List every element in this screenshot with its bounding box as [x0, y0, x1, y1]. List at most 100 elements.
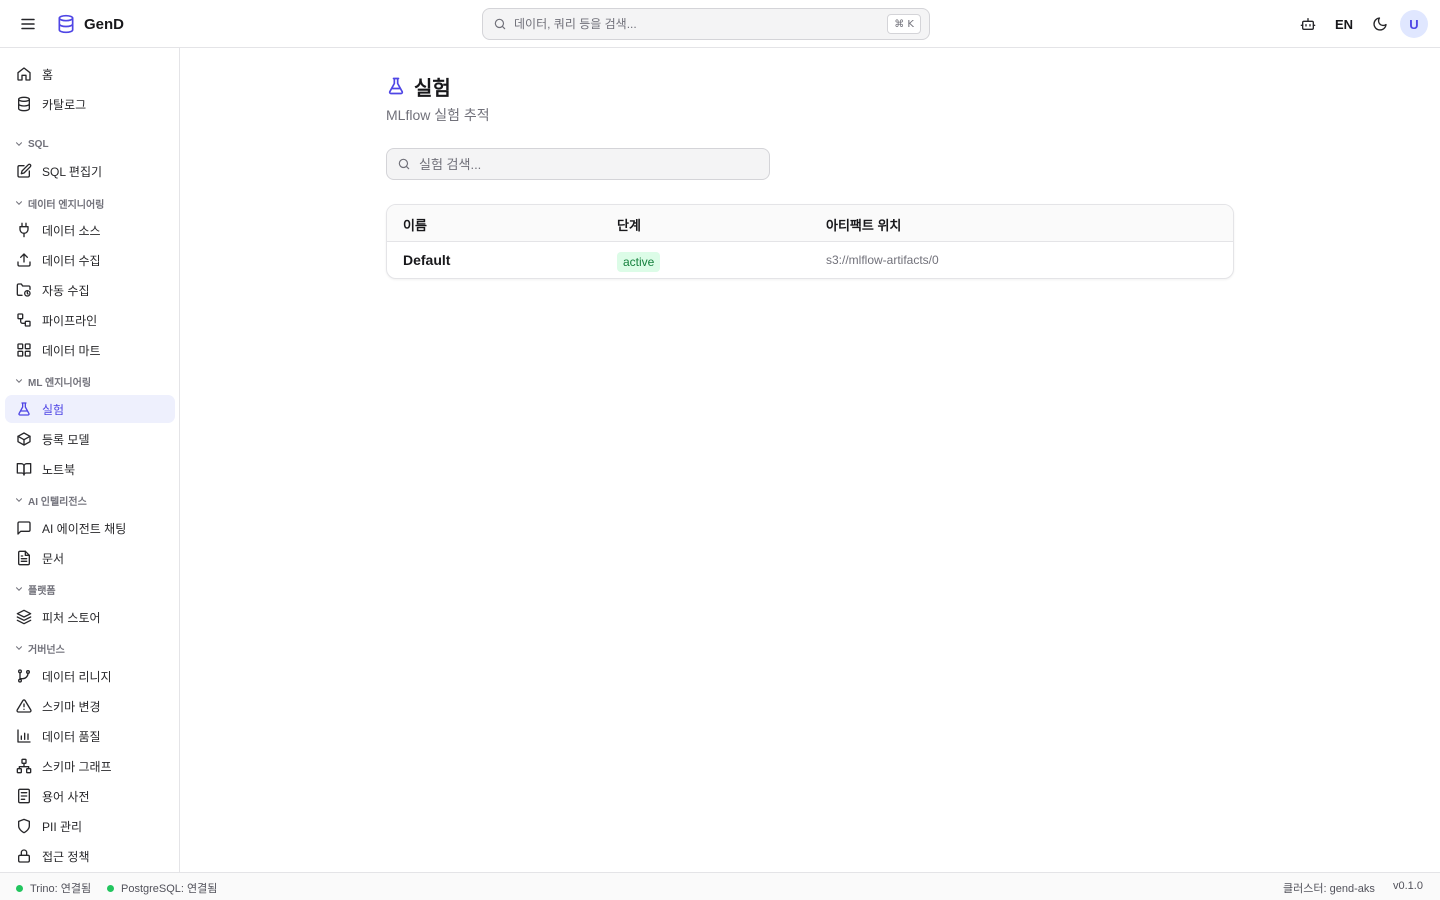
status-dot-icon	[16, 884, 23, 892]
sidebar-item-schema-change[interactable]: 스키마 변경	[5, 692, 175, 720]
column-header-stage[interactable]: 단계	[617, 215, 641, 234]
sidebar-item-data-source[interactable]: 데이터 소스	[5, 216, 175, 244]
section-title: 데이터 엔지니어링	[28, 199, 105, 211]
postgres-status-label: PostgreSQL: 연결됨	[121, 883, 218, 895]
column-header-name[interactable]: 이름	[403, 215, 427, 234]
sidebar-item-schema-graph[interactable]: 스키마 그래프	[5, 752, 175, 780]
sidebar-item-catalog[interactable]: 카탈로그	[5, 90, 175, 118]
sidebar-item-label: SQL 편집기	[42, 164, 103, 179]
section-sql[interactable]: SQL	[14, 136, 49, 152]
database-logo-icon	[56, 14, 76, 34]
section-platform[interactable]: 플랫폼	[14, 581, 56, 597]
sidebar-item-label: 데이터 소스	[42, 223, 101, 238]
sidebar-item-glossary[interactable]: 용어 사전	[5, 782, 175, 810]
section-ml-engineering[interactable]: ML 엔지니어링	[14, 373, 91, 389]
brand[interactable]: GenD	[56, 12, 124, 36]
search-icon	[397, 157, 411, 171]
page-subtitle: MLflow 실험 추적	[386, 107, 490, 123]
sidebar-item-registered-models[interactable]: 등록 모델	[5, 425, 175, 453]
sidebar-item-notebook[interactable]: 노트북	[5, 455, 175, 483]
sidebar-item-data-ingest[interactable]: 데이터 수집	[5, 246, 175, 274]
sidebar-item-label: 피처 스토어	[42, 610, 101, 625]
sidebar-item-label: 파이프라인	[42, 313, 98, 328]
section-title: 거버넌스	[28, 644, 65, 656]
experiment-search[interactable]	[386, 148, 770, 180]
global-search[interactable]: ⌘ K	[482, 8, 930, 40]
database-icon	[16, 96, 32, 112]
sidebar-item-auto-ingest[interactable]: 자동 수집	[5, 276, 175, 304]
trino-status: Trino: 연결됨	[16, 880, 91, 896]
avatar[interactable]: U	[1400, 10, 1428, 38]
experiment-search-input[interactable]	[419, 156, 769, 172]
language-toggle[interactable]: EN	[1330, 12, 1358, 36]
sidebar-item-sql-editor[interactable]: SQL 편집기	[5, 157, 175, 185]
global-search-input[interactable]	[514, 17, 888, 31]
sidebar-item-access-policy[interactable]: 접근 정책	[5, 842, 175, 870]
edit-icon	[16, 163, 32, 179]
sidebar-item-label: 데이터 리니지	[42, 669, 112, 684]
shortcut-hint: ⌘ K	[887, 14, 921, 34]
chat-icon	[16, 520, 32, 536]
sidebar: 홈 카탈로그 SQL SQL 편집기 데이터 엔지니어링 데이터 소스 데이터 …	[0, 48, 180, 872]
document-icon	[16, 550, 32, 566]
sidebar-item-pii[interactable]: PII 관리	[5, 812, 175, 840]
section-governance[interactable]: 거버넌스	[14, 640, 65, 656]
page-header: 실험	[386, 73, 451, 100]
shield-icon	[16, 818, 32, 834]
sidebar-item-data-lineage[interactable]: 데이터 리니지	[5, 662, 175, 690]
section-title: SQL	[28, 138, 49, 150]
experiments-table: 이름 단계 아티팩트 위치 Default active s3://mlflow…	[386, 204, 1234, 279]
network-icon	[16, 758, 32, 774]
moon-icon[interactable]	[1368, 12, 1392, 36]
lock-icon	[16, 848, 32, 864]
sidebar-item-documents[interactable]: 문서	[5, 544, 175, 572]
sidebar-item-label: AI 에이전트 채팅	[42, 521, 127, 536]
postgres-status: PostgreSQL: 연결됨	[107, 880, 217, 896]
flask-icon	[16, 401, 32, 417]
section-ai-intelligence[interactable]: AI 인텔리전스	[14, 492, 87, 508]
experiment-name[interactable]: Default	[403, 252, 450, 268]
section-data-engineering[interactable]: 데이터 엔지니어링	[14, 195, 104, 211]
alert-triangle-icon	[16, 698, 32, 714]
chevron-down-icon	[15, 379, 23, 383]
sidebar-item-label: 스키마 변경	[42, 699, 101, 714]
table-row[interactable]: Default active s3://mlflow-artifacts/0	[387, 242, 1233, 278]
search-icon	[493, 17, 507, 31]
page-title: 실험	[414, 77, 451, 100]
grid-icon	[16, 342, 32, 358]
section-title: AI 인텔리전스	[28, 496, 87, 508]
sidebar-item-label: 노트북	[42, 462, 76, 477]
sidebar-item-feature-store[interactable]: 피처 스토어	[5, 603, 175, 631]
status-badge: active	[617, 252, 661, 272]
sidebar-item-data-quality[interactable]: 데이터 품질	[5, 722, 175, 750]
sidebar-item-label: 자동 수집	[42, 283, 90, 298]
chevron-down-icon	[15, 587, 23, 591]
chevron-down-icon	[15, 201, 23, 205]
chevron-down-icon	[15, 498, 23, 502]
status-dot-icon	[107, 884, 114, 892]
box-icon	[16, 431, 32, 447]
chevron-down-icon	[15, 142, 23, 146]
sidebar-item-data-mart[interactable]: 데이터 마트	[5, 336, 175, 364]
sidebar-item-label: 등록 모델	[42, 432, 90, 447]
column-header-artifact-location[interactable]: 아티팩트 위치	[826, 215, 901, 234]
sidebar-item-home[interactable]: 홈	[5, 60, 175, 88]
workflow-icon	[16, 312, 32, 328]
sidebar-item-experiments[interactable]: 실험	[5, 395, 175, 423]
section-title: ML 엔지니어링	[28, 377, 92, 389]
status-bar: Trino: 연결됨 PostgreSQL: 연결됨 클러스터: gend-ak…	[0, 872, 1440, 900]
sidebar-item-ai-agent-chat[interactable]: AI 에이전트 채팅	[5, 514, 175, 542]
bot-icon[interactable]	[1296, 12, 1320, 36]
menu-icon[interactable]	[16, 12, 40, 36]
sidebar-item-label: PII 관리	[42, 819, 83, 834]
folder-sync-icon	[16, 282, 32, 298]
section-title: 플랫폼	[28, 585, 56, 597]
upload-icon	[16, 252, 32, 268]
version-label: v0.1.0	[1393, 880, 1423, 892]
artifact-location: s3://mlflow-artifacts/0	[826, 253, 939, 267]
list-icon	[16, 788, 32, 804]
sidebar-item-label: 데이터 마트	[42, 343, 101, 358]
home-icon	[16, 66, 32, 82]
sidebar-item-label: 카탈로그	[42, 97, 87, 112]
sidebar-item-pipeline[interactable]: 파이프라인	[5, 306, 175, 334]
